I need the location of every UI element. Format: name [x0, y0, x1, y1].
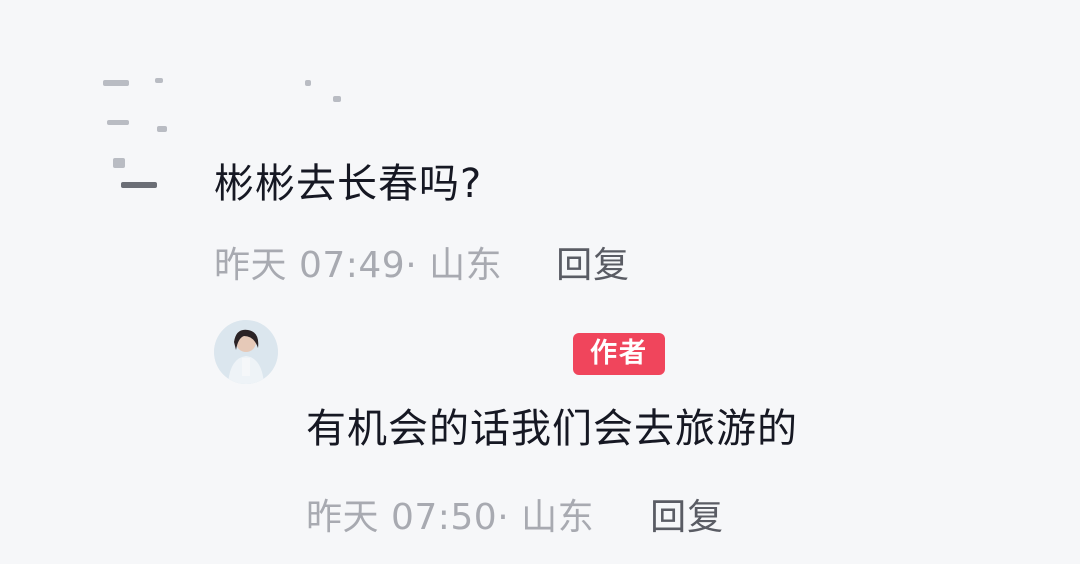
comment-thread: 彬彬去长春吗? 昨天 07:49· 山东 回复 作者 有机会的话我们会去旅游的 …: [0, 0, 1080, 564]
comment-meta: 昨天 07:49· 山东 回复: [214, 236, 630, 288]
author-avatar[interactable]: [214, 320, 278, 384]
redacted-avatar: [95, 70, 341, 210]
reply-meta: 昨天 07:50· 山东 回复: [306, 488, 724, 540]
author-badge: 作者: [573, 333, 665, 375]
reply-time-location: 昨天 07:50· 山东: [306, 497, 595, 538]
reply-button[interactable]: 回复: [650, 488, 724, 540]
avatar-image: [214, 320, 278, 384]
reply-text: 有机会的话我们会去旅游的: [306, 406, 798, 452]
comment-time-location: 昨天 07:49· 山东: [214, 245, 503, 286]
reply-button[interactable]: 回复: [556, 236, 630, 288]
comment-text: 彬彬去长春吗?: [214, 161, 483, 207]
